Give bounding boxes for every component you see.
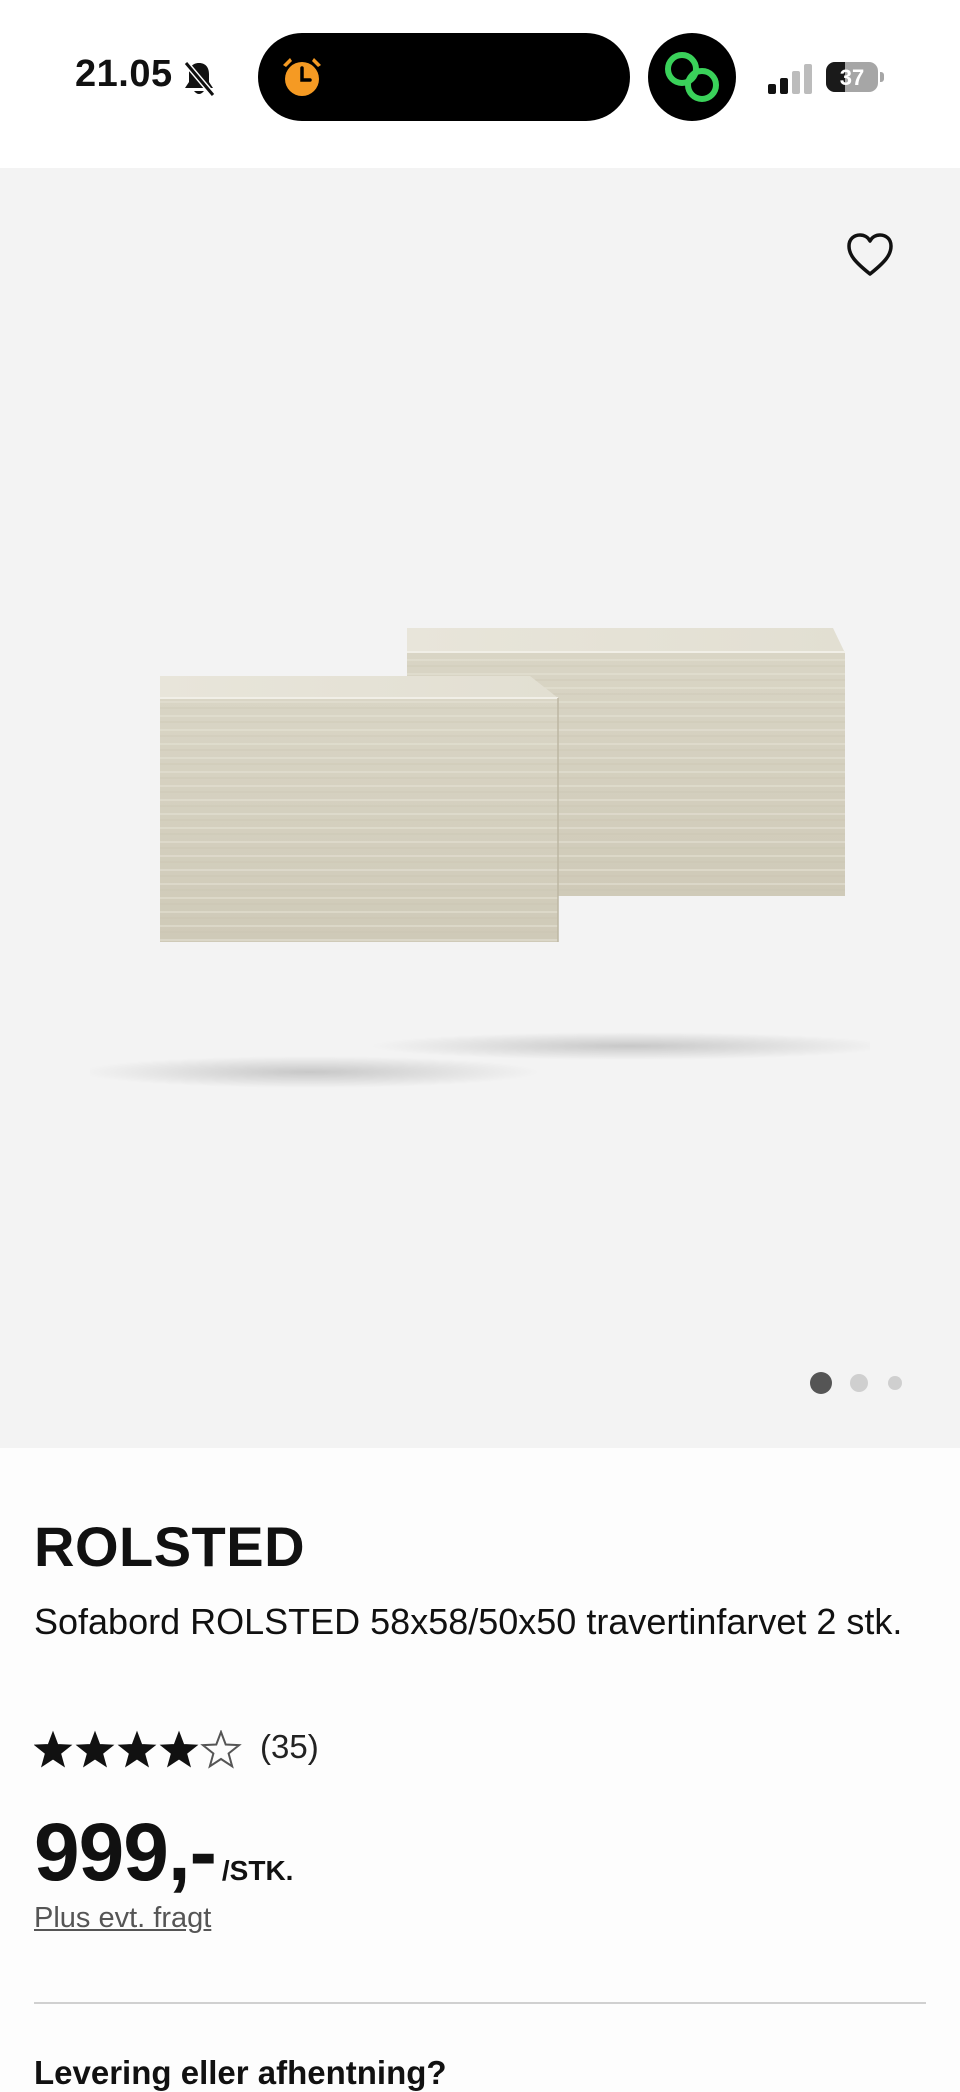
cellular-signal-icon — [768, 64, 812, 94]
star-filled-icon — [159, 1730, 199, 1768]
product-name: ROLSTED — [34, 1515, 306, 1578]
status-bar: 21.05 37 — [0, 0, 960, 168]
star-empty-icon — [200, 1730, 242, 1769]
activity-rings-icon[interactable] — [648, 33, 736, 121]
pagination-dot[interactable] — [888, 1376, 902, 1390]
bell-slash-icon — [182, 60, 216, 98]
dynamic-island[interactable] — [258, 33, 630, 121]
divider — [34, 2002, 926, 2004]
delivery-heading[interactable]: Levering eller afhentning? — [34, 2054, 447, 2092]
shipping-link[interactable]: Plus evt. fragt — [34, 1902, 211, 1935]
pagination-dot-active[interactable] — [810, 1372, 832, 1394]
star-filled-icon — [34, 1730, 73, 1768]
product-description: Sofabord ROLSTED 58x58/50x50 travertinfa… — [34, 1601, 903, 1642]
price-row: 999,-/STK. — [34, 1806, 294, 1898]
product-gallery[interactable] — [0, 168, 960, 1448]
review-count[interactable]: (35) — [260, 1728, 319, 1766]
pagination-dot[interactable] — [850, 1374, 868, 1392]
battery-icon: 37 — [826, 62, 884, 94]
status-time: 21.05 — [75, 53, 173, 95]
heart-outline-icon[interactable] — [845, 231, 895, 279]
rating-stars — [34, 1730, 242, 1769]
price-unit: /STK. — [221, 1855, 294, 1886]
product-image — [90, 628, 870, 1088]
star-filled-icon — [117, 1730, 157, 1768]
star-filled-icon — [75, 1730, 115, 1768]
alarm-clock-icon — [278, 53, 326, 101]
product-price: 999,- — [34, 1807, 217, 1898]
battery-percent: 37 — [839, 65, 865, 90]
